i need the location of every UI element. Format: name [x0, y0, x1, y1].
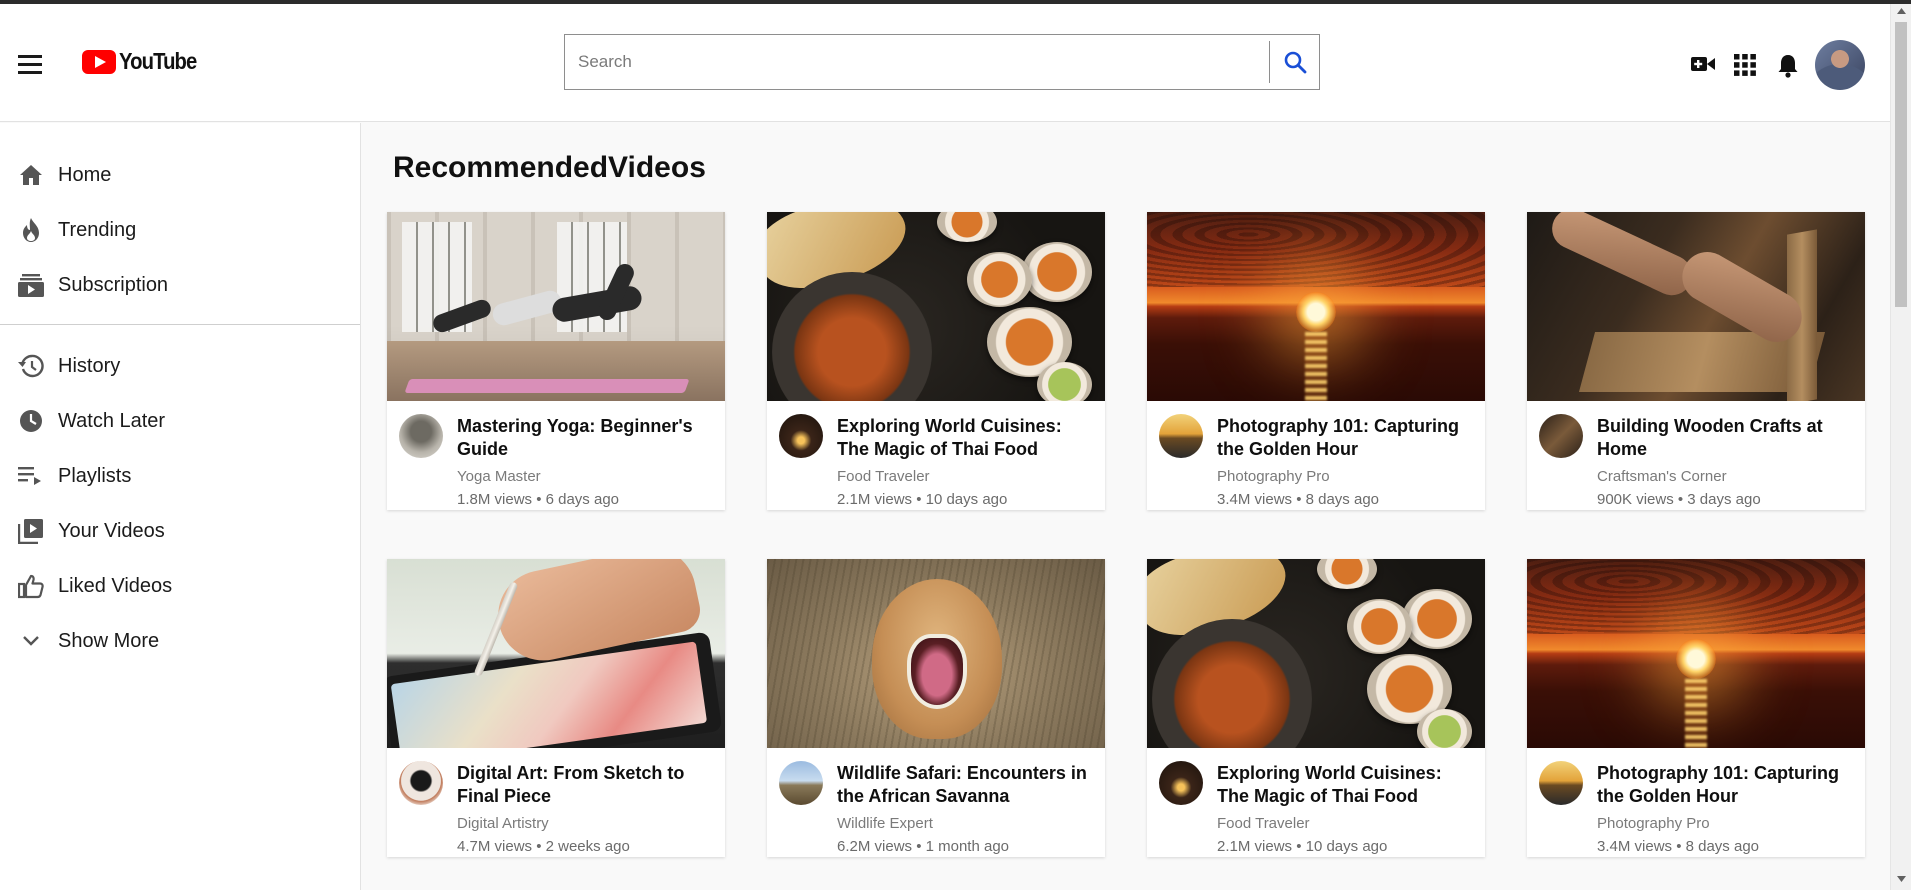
video-card[interactable]: Photography 101: Capturing the Golden Ho…	[1527, 559, 1865, 857]
video-title[interactable]: Wildlife Safari: Encounters in the Afric…	[837, 762, 1095, 808]
search-input[interactable]	[565, 35, 1269, 89]
search-icon	[1284, 51, 1306, 74]
video-card[interactable]: Photography 101: Capturing the Golden Ho…	[1147, 212, 1485, 510]
user-avatar[interactable]	[1815, 40, 1865, 90]
sidebar-item-label: Show More	[58, 629, 160, 652]
sidebar-item-label: Liked Videos	[58, 574, 173, 597]
top-header: YouTube	[0, 4, 1890, 122]
video-meta: 6.2M views • 1 month ago	[837, 838, 1010, 855]
notifications-bell-icon[interactable]	[1777, 54, 1799, 78]
video-card[interactable]: Exploring World Cuisines: The Magic of T…	[767, 212, 1105, 510]
video-title[interactable]: Photography 101: Capturing the Golden Ho…	[1217, 415, 1475, 461]
video-meta: 2.1M views • 10 days ago	[837, 491, 1008, 508]
channel-avatar[interactable]	[1159, 761, 1203, 805]
video-title[interactable]: Mastering Yoga: Beginner's Guide	[457, 415, 715, 461]
video-title[interactable]: Digital Art: From Sketch to Final Piece	[457, 762, 715, 808]
logo-text: YouTube	[119, 48, 197, 74]
search-bar	[564, 34, 1320, 90]
channel-name[interactable]: Craftsman's Corner	[1597, 468, 1727, 485]
search-button[interactable]	[1269, 41, 1319, 83]
main-content: RecommendedVideos Mastering Yoga: Beginn…	[362, 123, 1890, 890]
video-card[interactable]: Mastering Yoga: Beginner's Guide Yoga Ma…	[387, 212, 725, 510]
scrollbar-thumb[interactable]	[1895, 22, 1907, 307]
create-video-icon[interactable]	[1690, 54, 1716, 74]
channel-name[interactable]: Digital Artistry	[457, 815, 549, 832]
sidebar-item-home[interactable]: Home	[0, 153, 360, 197]
subscriptions-icon	[18, 272, 44, 298]
sidebar-item-your-videos[interactable]: Your Videos	[0, 509, 360, 553]
video-card[interactable]: Exploring World Cuisines: The Magic of T…	[1147, 559, 1485, 857]
channel-avatar[interactable]	[399, 761, 443, 805]
sidebar-item-label: Home	[58, 163, 112, 186]
scroll-down-arrow-icon[interactable]	[1897, 876, 1906, 882]
video-meta: 3.4M views • 8 days ago	[1597, 838, 1759, 855]
sidebar-item-subscription[interactable]: Subscription	[0, 263, 360, 307]
hamburger-menu-icon[interactable]	[18, 52, 44, 74]
video-title[interactable]: Exploring World Cuisines: The Magic of T…	[837, 415, 1095, 461]
video-title[interactable]: Exploring World Cuisines: The Magic of T…	[1217, 762, 1475, 808]
sidebar-item-label: Playlists	[58, 464, 132, 487]
video-title[interactable]: Photography 101: Capturing the Golden Ho…	[1597, 762, 1855, 808]
sidebar: Home Trending Subscription History Watch…	[0, 123, 361, 890]
sidebar-divider	[0, 324, 360, 325]
clock-icon	[18, 408, 44, 434]
page-title: RecommendedVideos	[393, 151, 706, 184]
video-thumbnail[interactable]	[1527, 212, 1865, 401]
history-icon	[18, 353, 44, 379]
chevron-down-icon	[18, 628, 44, 654]
sidebar-item-label: Watch Later	[58, 409, 166, 432]
fire-icon	[18, 217, 44, 243]
sidebar-item-history[interactable]: History	[0, 344, 360, 388]
sidebar-item-trending[interactable]: Trending	[0, 208, 360, 252]
video-meta: 1.8M views • 6 days ago	[457, 491, 619, 508]
channel-avatar[interactable]	[1159, 414, 1203, 458]
sidebar-item-watch-later[interactable]: Watch Later	[0, 399, 360, 443]
video-thumbnail[interactable]	[1527, 559, 1865, 748]
channel-name[interactable]: Food Traveler	[837, 468, 930, 485]
channel-name[interactable]: Photography Pro	[1597, 815, 1710, 832]
sidebar-item-label: Trending	[58, 218, 137, 241]
channel-avatar[interactable]	[399, 414, 443, 458]
video-card[interactable]: Building Wooden Crafts at Home Craftsman…	[1527, 212, 1865, 510]
video-meta: 900K views • 3 days ago	[1597, 491, 1761, 508]
youtube-logo[interactable]: YouTube	[82, 48, 207, 75]
sidebar-item-label: Your Videos	[58, 519, 165, 542]
sidebar-item-show-more[interactable]: Show More	[0, 619, 360, 663]
channel-name[interactable]: Food Traveler	[1217, 815, 1310, 832]
video-thumbnail[interactable]	[1147, 559, 1485, 748]
sidebar-item-label: History	[58, 354, 121, 377]
sidebar-item-playlists[interactable]: Playlists	[0, 454, 360, 498]
channel-name[interactable]: Photography Pro	[1217, 468, 1330, 485]
sidebar-item-label: Subscription	[58, 273, 169, 296]
apps-grid-icon[interactable]	[1734, 54, 1756, 76]
channel-avatar[interactable]	[779, 414, 823, 458]
channel-avatar[interactable]	[1539, 414, 1583, 458]
playlist-icon	[18, 463, 44, 489]
home-icon	[18, 162, 44, 188]
video-card[interactable]: Wildlife Safari: Encounters in the Afric…	[767, 559, 1105, 857]
your-videos-icon	[18, 518, 44, 544]
thumbs-up-icon	[18, 573, 44, 599]
video-card[interactable]: Digital Art: From Sketch to Final Piece …	[387, 559, 725, 857]
channel-name[interactable]: Wildlife Expert	[837, 815, 933, 832]
video-thumbnail[interactable]	[1147, 212, 1485, 401]
video-thumbnail[interactable]	[767, 212, 1105, 401]
video-title[interactable]: Building Wooden Crafts at Home	[1597, 415, 1855, 461]
video-meta: 3.4M views • 8 days ago	[1217, 491, 1379, 508]
channel-avatar[interactable]	[1539, 761, 1583, 805]
vertical-scrollbar[interactable]	[1890, 4, 1911, 890]
youtube-play-icon	[82, 49, 116, 74]
video-thumbnail[interactable]	[387, 212, 725, 401]
channel-avatar[interactable]	[779, 761, 823, 805]
video-thumbnail[interactable]	[767, 559, 1105, 748]
video-meta: 4.7M views • 2 weeks ago	[457, 838, 630, 855]
video-meta: 2.1M views • 10 days ago	[1217, 838, 1388, 855]
video-thumbnail[interactable]	[387, 559, 725, 748]
scroll-up-arrow-icon[interactable]	[1897, 8, 1906, 14]
sidebar-item-liked-videos[interactable]: Liked Videos	[0, 564, 360, 608]
channel-name[interactable]: Yoga Master	[457, 468, 541, 485]
